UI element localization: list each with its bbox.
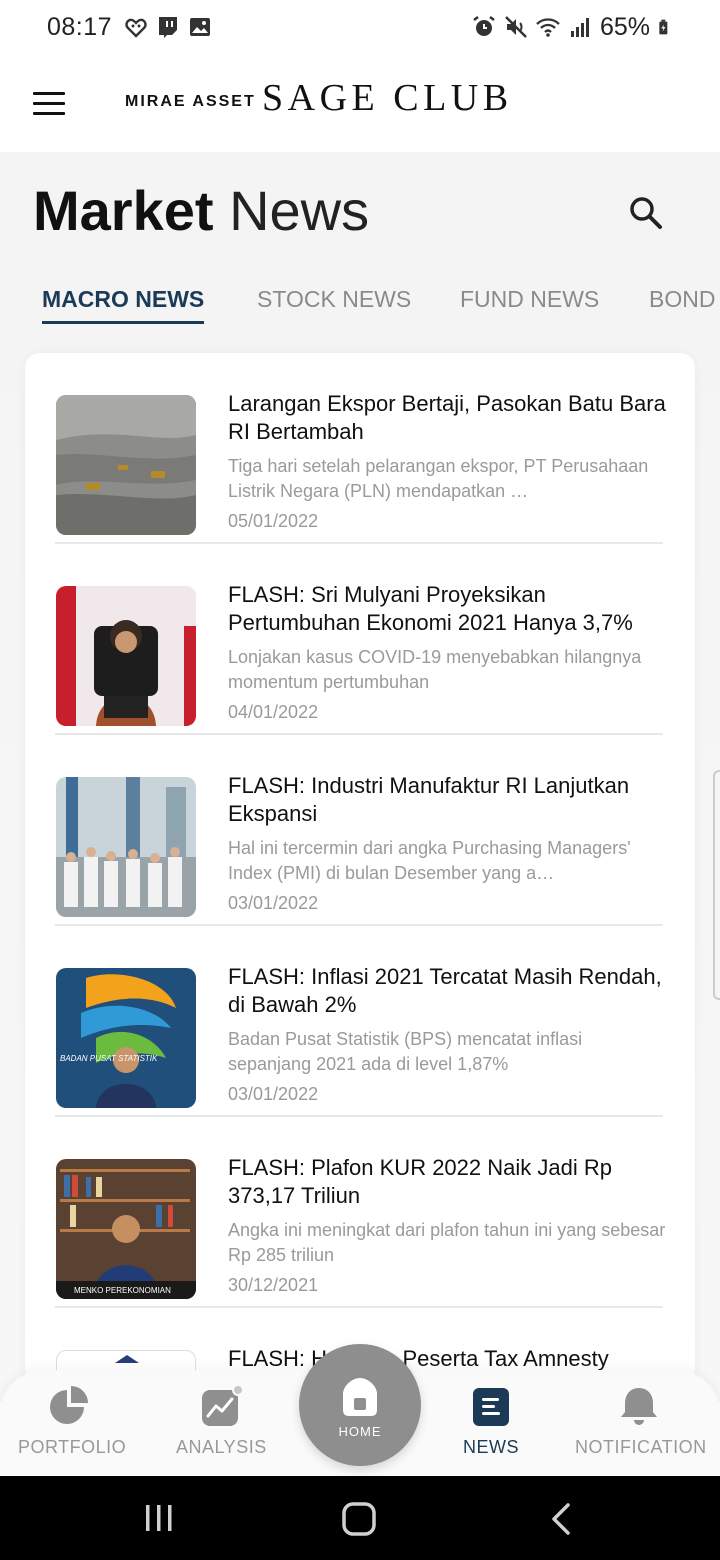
nav-news-label: NEWS	[463, 1437, 519, 1457]
thumbnail-caption: MENKO PEREKONOMIAN	[74, 1286, 171, 1295]
news-item[interactable]: BADAN PUSAT STATISTIK FLASH: Inflasi 202…	[55, 926, 663, 1117]
scroll-indicator[interactable]	[713, 770, 720, 1000]
news-thumbnail: MENKO PEREKONOMIAN	[56, 1159, 196, 1299]
bell-icon	[621, 1388, 657, 1425]
thumbnail-caption: BADAN PUSAT STATISTIK	[60, 1054, 158, 1063]
back-icon[interactable]	[548, 1502, 574, 1536]
news-summary: Tiga hari setelah pelarangan ekspor, PT …	[228, 456, 649, 501]
gallery-icon	[190, 18, 211, 36]
home-button[interactable]: HOME	[299, 1344, 421, 1466]
wifi-icon	[536, 18, 560, 37]
news-tabs: MACRO NEWS STOCK NEWS FUND NEWS BOND	[0, 286, 720, 330]
home-system-icon[interactable]	[341, 1501, 377, 1537]
news-date: 30/12/2021	[228, 1275, 319, 1295]
news-list: Larangan Ekspor Bertaji, Pasokan Batu Ba…	[25, 353, 695, 1383]
news-title: Larangan Ekspor Bertaji, Pasokan Batu Ba…	[228, 391, 666, 444]
battery-percent: 65%	[599, 12, 650, 41]
news-summary: Badan Pusat Statistik (BPS) mencatat inf…	[228, 1029, 583, 1074]
pie-chart-icon	[50, 1386, 88, 1424]
news-date: 05/01/2022	[228, 511, 319, 531]
tab-stock-news[interactable]: STOCK NEWS	[257, 286, 411, 313]
brand-small: MIRAE ASSET	[125, 93, 256, 110]
news-title: FLASH: Inflasi 2021 Tercatat Masih Renda…	[228, 964, 662, 1017]
tab-bond-news[interactable]: BOND	[649, 286, 715, 313]
news-summary: Lonjakan kasus COVID-19 menyebabkan hila…	[228, 647, 642, 692]
news-item[interactable]: FLASH: Sri Mulyani Proyeksikan Pertumbuh…	[55, 544, 663, 735]
heart-chat-icon	[125, 18, 147, 38]
news-title: FLASH: Sri Mulyani Proyeksikan Pertumbuh…	[228, 582, 633, 635]
app-header: MIRAE ASSET SAGE CLUB	[0, 54, 720, 152]
analysis-chart-icon	[202, 1384, 244, 1426]
news-thumbnail	[56, 395, 196, 535]
nav-notification[interactable]: NOTIFICATION	[575, 1384, 707, 1458]
recent-apps-icon[interactable]	[142, 1502, 176, 1534]
news-item[interactable]: Larangan Ekspor Bertaji, Pasokan Batu Ba…	[55, 353, 666, 544]
news-title: FLASH: Hlon Peserta Tax Amnesty	[228, 1345, 668, 1373]
news-item[interactable]: MENKO PEREKONOMIAN FLASH: Plafon KUR 202…	[55, 1117, 665, 1308]
tab-macro-news[interactable]: MACRO NEWS	[42, 286, 205, 324]
page-title-light: News	[229, 179, 370, 242]
news-thumbnail: BADAN PUSAT STATISTIK	[56, 968, 196, 1108]
alarm-icon	[473, 16, 495, 36]
battery-charging-icon	[659, 19, 668, 35]
mute-icon	[505, 16, 527, 38]
nav-analysis[interactable]: ANALYSIS	[176, 1384, 266, 1458]
nav-portfolio[interactable]: PORTFOLIO	[18, 1384, 127, 1458]
news-date: 03/01/2022	[228, 893, 319, 913]
page-title-bold: Market	[33, 179, 214, 242]
news-summary: Angka ini meningkat dari plafon tahun in…	[228, 1220, 666, 1265]
home-label: HOME	[338, 1424, 382, 1439]
news-icon	[473, 1388, 509, 1426]
brand-logo: SAGE CLUB	[262, 77, 513, 119]
news-summary: Hal ini tercermin dari angka Purchasing …	[228, 838, 631, 883]
nav-notification-label: NOTIFICATION	[575, 1437, 707, 1457]
nav-news[interactable]: NEWS	[462, 1384, 520, 1458]
home-icon	[343, 1378, 377, 1416]
news-title: FLASH: Plafon KUR 2022 Naik Jadi Rp 373,…	[228, 1155, 612, 1208]
hamburger-icon[interactable]	[33, 92, 65, 116]
news-date: 04/01/2022	[228, 702, 319, 722]
signal-icon	[570, 18, 589, 37]
tab-fund-news[interactable]: FUND NEWS	[460, 286, 599, 313]
news-title: FLASH: Industri Manufaktur RI Lanjutkan …	[228, 773, 630, 826]
news-date: 03/01/2022	[228, 1084, 319, 1104]
status-time: 08:17	[47, 12, 113, 41]
news-thumbnail	[56, 586, 196, 726]
news-thumbnail	[56, 777, 196, 917]
news-item[interactable]: FLASH: Industri Manufaktur RI Lanjutkan …	[55, 735, 663, 926]
system-navigation-bar	[0, 1476, 720, 1560]
search-icon[interactable]	[626, 193, 666, 233]
nav-analysis-label: ANALYSIS	[176, 1437, 267, 1457]
status-bar: 08:17 65%	[0, 0, 720, 54]
twitch-icon	[159, 17, 178, 38]
nav-portfolio-label: PORTFOLIO	[18, 1437, 127, 1457]
page-title: Market News	[33, 178, 369, 243]
